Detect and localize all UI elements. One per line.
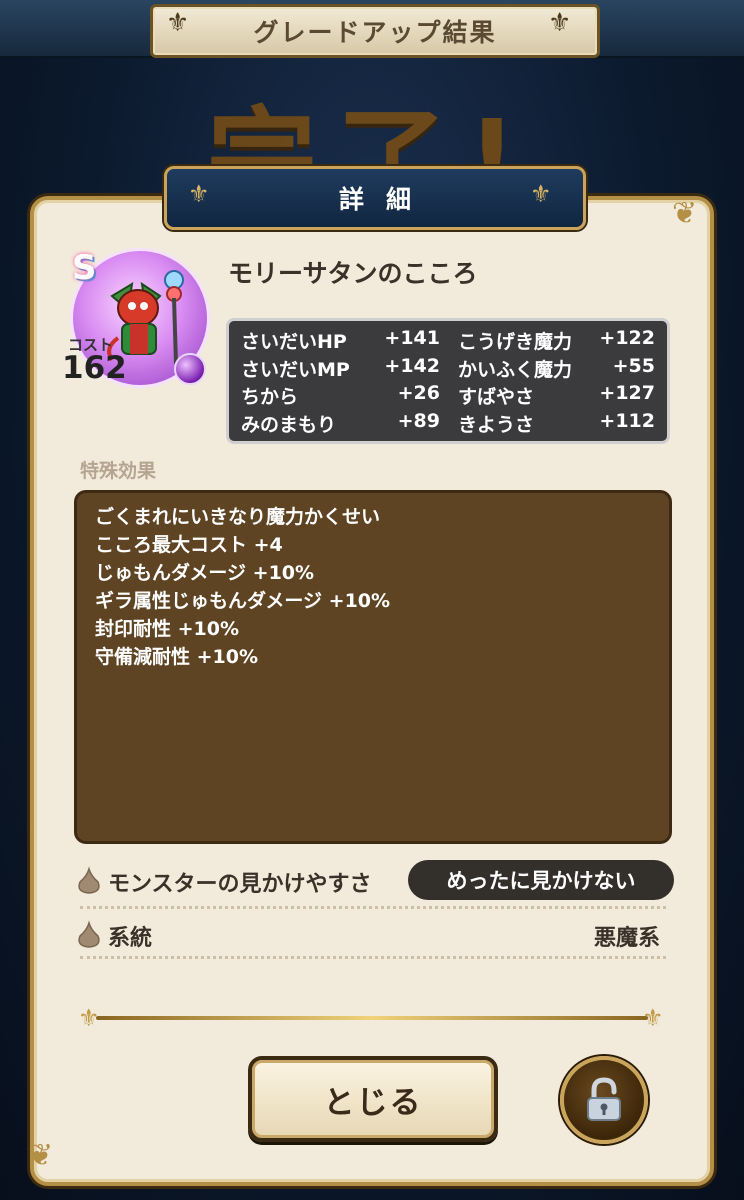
stat-value: +112: [599, 409, 655, 432]
divider: [80, 956, 666, 959]
special-effects-box: ごくまれにいきなり魔力かくせい こころ最大コスト +4 じゅもんダメージ +10…: [74, 490, 672, 844]
rank-badge: S: [72, 248, 97, 288]
effect-item: じゅもんダメージ +10%: [95, 562, 315, 584]
visibility-label: モンスターの見かけやすさ: [108, 872, 372, 897]
unlocked-padlock-icon: [587, 1077, 621, 1121]
monster-name: モリーサタンのこころ: [228, 259, 478, 288]
stat-value: +55: [612, 354, 655, 377]
detail-title: 詳細: [338, 185, 433, 214]
stat-value: +127: [599, 382, 655, 405]
corner-ornament-icon: ❦: [28, 1138, 54, 1173]
stat-label: みのまもり: [241, 413, 337, 436]
fleur-ornament-icon: ⚜: [188, 180, 210, 208]
fleur-ornament-icon: ⚜: [530, 180, 552, 208]
fleur-ornament-icon: ⚜: [548, 8, 572, 38]
stat-value: +26: [397, 382, 440, 405]
stat-value: +141: [384, 327, 440, 350]
effect-item: こころ最大コスト +4: [95, 534, 283, 556]
stat-label: こうげき魔力: [458, 331, 573, 354]
stat-value: +122: [599, 327, 655, 350]
lock-button[interactable]: [560, 1056, 648, 1144]
fleur-ornament-icon: ⚜: [642, 1004, 664, 1032]
stat-label: きようさ: [458, 413, 535, 436]
special-effects-title: 特殊効果: [80, 460, 157, 482]
effect-item: 守備減耐性 +10%: [95, 646, 259, 668]
family-value: 悪魔系: [593, 926, 660, 951]
stat-label: かいふく魔力: [458, 358, 573, 381]
corner-ornament-icon: ❦: [672, 196, 698, 231]
fleur-ornament-icon: ⚜: [166, 8, 190, 38]
result-title-plate: グレードアップ結果: [150, 4, 600, 58]
effect-item: 封印耐性 +10%: [95, 618, 240, 640]
stat-row: さいだいMP +142 かいふく魔力 +55: [241, 355, 655, 383]
close-button[interactable]: とじる: [248, 1056, 498, 1142]
stat-value: +142: [384, 354, 440, 377]
result-title: グレードアップ結果: [253, 18, 497, 47]
stat-row: みのまもり +89 きようさ +112: [241, 410, 655, 438]
effect-item: ギラ属性じゅもんダメージ +10%: [95, 590, 391, 612]
stat-label: さいだいHP: [241, 331, 347, 354]
stat-row: さいだいHP +141 こうげき魔力 +122: [241, 327, 655, 355]
stat-row: ちから +26 すばやさ +127: [241, 382, 655, 410]
visibility-value: めったに見かけない: [408, 860, 674, 900]
drop-icon: [78, 866, 100, 894]
gold-divider: [96, 1016, 648, 1020]
stat-label: さいだいMP: [241, 358, 350, 381]
detail-header-plate: 詳細: [164, 166, 586, 230]
cost-value: 162: [62, 350, 127, 386]
drop-icon: [78, 920, 100, 948]
stat-label: ちから: [241, 386, 299, 409]
divider: [80, 906, 666, 909]
family-label: 系統: [108, 926, 153, 951]
purple-orb-icon: [174, 353, 206, 385]
stats-box: さいだいHP +141 こうげき魔力 +122 さいだいMP +142 かいふく魔力 +…: [226, 318, 670, 444]
family-row: 系統 悪魔系: [74, 914, 674, 954]
stat-value: +89: [397, 409, 440, 432]
stat-label: すばやさ: [458, 386, 535, 409]
visibility-row: モンスターの見かけやすさ めったに見かけない: [74, 860, 674, 900]
effect-item: ごくまれにいきなり魔力かくせい: [95, 506, 381, 528]
